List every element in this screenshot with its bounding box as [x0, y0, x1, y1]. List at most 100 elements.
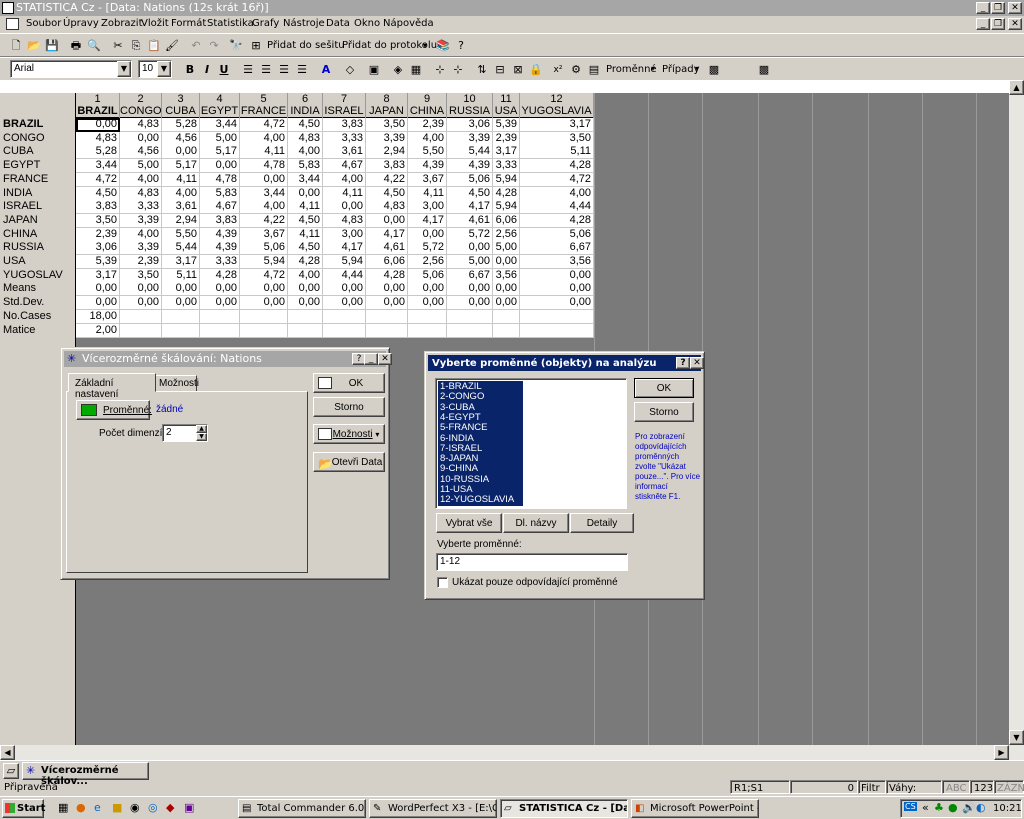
table-cell[interactable]: 4,50	[447, 186, 493, 201]
undo-icon[interactable]: ↶	[188, 38, 204, 54]
table-cell[interactable]: 5,50	[162, 227, 200, 242]
table-cell[interactable]: 4,72	[240, 118, 288, 132]
table-cell[interactable]: 0,00	[120, 131, 162, 146]
details-button[interactable]: Detaily	[570, 513, 634, 533]
select-variables-input[interactable]: 1-12	[436, 553, 628, 571]
table-cell[interactable]: 4,50	[366, 186, 408, 201]
table-cell[interactable]: 0,00	[493, 282, 520, 297]
column-header[interactable]: YUGOSLAVIA	[520, 105, 594, 119]
table-cell[interactable]: 3,00	[323, 227, 366, 242]
table-cell[interactable]: 4,50	[76, 186, 120, 201]
quick-launch-app-icon[interactable]: ◆	[166, 801, 174, 814]
tag-icon[interactable]: ◈	[390, 62, 406, 78]
table-cell[interactable]: 0,00	[76, 282, 120, 297]
table-cell[interactable]: 18,00	[76, 309, 120, 324]
table-cell[interactable]: 2,39	[76, 227, 120, 242]
table-cell[interactable]: 5,94	[493, 200, 520, 215]
table-cell[interactable]: 4,00	[162, 186, 200, 201]
quick-launch-save-icon[interactable]: ▣	[184, 801, 194, 814]
table-cell[interactable]: 0,00	[493, 296, 520, 311]
save-icon[interactable]: 💾	[44, 38, 60, 54]
table-cell[interactable]: 3,67	[240, 227, 288, 242]
chevron-down-icon[interactable]: ▾	[651, 64, 655, 73]
row-header[interactable]: FRANCE	[3, 173, 75, 187]
var-ok-button[interactable]: OK	[634, 378, 694, 398]
table-cell[interactable]: 5,11	[162, 268, 200, 283]
table-cell[interactable]: 4,17	[323, 241, 366, 256]
table-cell[interactable]: 3,56	[520, 255, 594, 269]
variable-list-item[interactable]: 5-FRANCE	[440, 423, 488, 433]
table-cell[interactable]: 4,28	[493, 186, 520, 201]
table-cell[interactable]: 0,00	[288, 296, 323, 311]
table-cell[interactable]: 3,39	[366, 131, 408, 146]
books-icon[interactable]: 📚	[435, 38, 451, 54]
help-icon[interactable]: ?	[676, 357, 690, 369]
table-cell[interactable]: 4,50	[288, 118, 323, 132]
task-wordperfect[interactable]: ✎WordPerfect X3 - [E:\Ch...	[369, 799, 497, 818]
scroll-right-icon[interactable]: ▶	[994, 745, 1009, 760]
table-cell[interactable]: 5,72	[408, 241, 447, 256]
table-cell[interactable]: 4,61	[366, 241, 408, 256]
table-cell[interactable]: 4,00	[408, 131, 447, 146]
column-header[interactable]: USA	[493, 105, 520, 119]
table-cell[interactable]: 4,11	[288, 200, 323, 215]
tab-moznosti[interactable]: Možnosti	[155, 375, 199, 392]
chevron-down-icon[interactable]: ▼	[117, 61, 131, 77]
table-cell[interactable]	[288, 309, 323, 324]
table-cell[interactable]: 5,44	[447, 145, 493, 160]
menu-statistika[interactable]: Statistika	[207, 18, 254, 29]
table-cell[interactable]	[120, 323, 162, 338]
variable-list-item[interactable]: 2-CONGO	[440, 392, 484, 402]
chevron-down-icon[interactable]: ▾	[695, 64, 699, 73]
table-cell[interactable]: 4,72	[76, 172, 120, 187]
table-cell[interactable]: 4,78	[200, 172, 240, 187]
table-cell[interactable]: 4,11	[240, 145, 288, 160]
row-header[interactable]: CHINA	[3, 228, 75, 242]
font-size-select[interactable]: 10 ▼	[138, 60, 172, 78]
table-cell[interactable]	[493, 323, 520, 338]
table-cell[interactable]: 3,56	[493, 268, 520, 283]
table-cell[interactable]: 0,00	[366, 282, 408, 297]
table-cell[interactable]: 3,33	[120, 200, 162, 215]
font-color-icon[interactable]: A	[318, 62, 334, 78]
table-cell[interactable]: 0,00	[323, 200, 366, 215]
row-header[interactable]: Matice	[3, 324, 75, 338]
table-cell[interactable]: 0,00	[120, 296, 162, 311]
table-cell[interactable]: 3,50	[520, 131, 594, 146]
column-header[interactable]: RUSSIA	[447, 105, 493, 119]
table-cell[interactable]: 5,94	[493, 172, 520, 187]
task-statistica[interactable]: ▱STATISTICA Cz - [Dat...	[500, 799, 628, 818]
table-cell[interactable]: 0,00	[447, 241, 493, 256]
table-cell[interactable]: 3,44	[288, 172, 323, 187]
table-cell[interactable]: 6,06	[366, 255, 408, 269]
table-cell[interactable]	[200, 309, 240, 324]
table-cell[interactable]: 6,06	[493, 213, 520, 228]
table-cell[interactable]	[240, 309, 288, 324]
print-preview-icon[interactable]: 🔍	[86, 38, 102, 54]
table-cell[interactable]: 5,06	[240, 241, 288, 256]
table-cell[interactable]: 5,44	[162, 241, 200, 256]
table-cell[interactable]: 5,00	[120, 159, 162, 174]
table-cell[interactable]: 3,50	[76, 213, 120, 228]
menu-nastroje[interactable]: Nástroje	[283, 18, 325, 29]
table-cell[interactable]: 3,39	[120, 241, 162, 256]
lock-icon[interactable]: 🔒	[528, 62, 544, 78]
table-cell[interactable]	[120, 309, 162, 324]
table-cell[interactable]: 5,83	[288, 159, 323, 174]
row-header[interactable]: ISRAEL	[3, 200, 75, 214]
table-cell[interactable]: 2,94	[366, 145, 408, 160]
tray-arrows-icon[interactable]: «	[922, 801, 929, 814]
table-cell[interactable]: 0,00	[240, 172, 288, 187]
table-cell[interactable]: 4,72	[520, 172, 594, 187]
table-cell[interactable]: 0,00	[240, 282, 288, 297]
table-cell[interactable]: 4,83	[366, 200, 408, 215]
spin-up-icon[interactable]: ▲	[196, 425, 207, 433]
table-cell[interactable]: 4,83	[120, 118, 162, 132]
menu-data[interactable]: Data	[326, 18, 350, 29]
table-cell[interactable]: 4,44	[323, 268, 366, 283]
table-cell[interactable]: 0,00	[493, 255, 520, 269]
table-cell[interactable]: 4,11	[408, 186, 447, 201]
font-select[interactable]: Arial ▼	[10, 60, 132, 78]
row-header[interactable]: YUGOSLAV	[3, 269, 75, 283]
table-cell[interactable]: 2,56	[408, 255, 447, 269]
